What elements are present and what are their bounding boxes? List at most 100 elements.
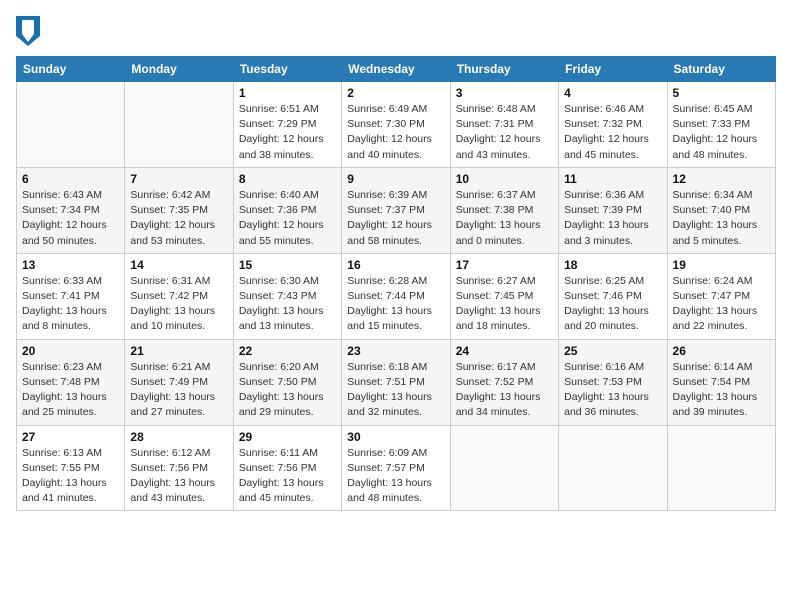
- calendar-day-cell: [17, 82, 125, 168]
- calendar-day-cell: 19 Sunrise: 6:24 AM Sunset: 7:47 PM Dayli…: [667, 253, 775, 339]
- day-info: Sunrise: 6:31 AM Sunset: 7:42 PM Dayligh…: [130, 274, 227, 335]
- day-number: 25: [564, 344, 661, 358]
- day-info: Sunrise: 6:18 AM Sunset: 7:51 PM Dayligh…: [347, 360, 444, 421]
- day-number: 22: [239, 344, 336, 358]
- day-info: Sunrise: 6:24 AM Sunset: 7:47 PM Dayligh…: [673, 274, 770, 335]
- day-number: 7: [130, 172, 227, 186]
- day-info: Sunrise: 6:23 AM Sunset: 7:48 PM Dayligh…: [22, 360, 119, 421]
- day-of-week-header: Tuesday: [233, 57, 341, 82]
- day-info: Sunrise: 6:12 AM Sunset: 7:56 PM Dayligh…: [130, 446, 227, 507]
- day-info: Sunrise: 6:42 AM Sunset: 7:35 PM Dayligh…: [130, 188, 227, 249]
- day-of-week-header: Sunday: [17, 57, 125, 82]
- calendar-week-row: 1 Sunrise: 6:51 AM Sunset: 7:29 PM Daylig…: [17, 82, 776, 168]
- day-info: Sunrise: 6:11 AM Sunset: 7:56 PM Dayligh…: [239, 446, 336, 507]
- day-number: 30: [347, 430, 444, 444]
- calendar-day-cell: 6Sunrise: 6:43 AM Sunset: 7:34 PM Daylig…: [17, 167, 125, 253]
- day-info: Sunrise: 6:33 AM Sunset: 7:41 PM Dayligh…: [22, 274, 119, 335]
- calendar-day-cell: 15 Sunrise: 6:30 AM Sunset: 7:43 PM Dayli…: [233, 253, 341, 339]
- calendar-day-cell: 18Sunrise: 6:25 AM Sunset: 7:46 PM Dayli…: [559, 253, 667, 339]
- day-number: 10: [456, 172, 553, 186]
- calendar-day-cell: 27 Sunrise: 6:13 AM Sunset: 7:55 PM Dayli…: [17, 425, 125, 511]
- day-info: Sunrise: 6:14 AM Sunset: 7:54 PM Dayligh…: [673, 360, 770, 421]
- calendar-day-cell: 8 Sunrise: 6:40 AM Sunset: 7:36 PM Daylig…: [233, 167, 341, 253]
- calendar-day-cell: [125, 82, 233, 168]
- day-of-week-header: Thursday: [450, 57, 558, 82]
- day-of-week-header: Friday: [559, 57, 667, 82]
- calendar-day-cell: 28 Sunrise: 6:12 AM Sunset: 7:56 PM Dayli…: [125, 425, 233, 511]
- day-number: 21: [130, 344, 227, 358]
- day-of-week-header: Monday: [125, 57, 233, 82]
- day-info: Sunrise: 6:27 AM Sunset: 7:45 PM Dayligh…: [456, 274, 553, 335]
- day-number: 16: [347, 258, 444, 272]
- calendar-week-row: 27 Sunrise: 6:13 AM Sunset: 7:55 PM Dayli…: [17, 425, 776, 511]
- logo-icon: [16, 16, 40, 46]
- day-number: 13: [22, 258, 119, 272]
- calendar-day-cell: 26 Sunrise: 6:14 AM Sunset: 7:54 PM Dayli…: [667, 339, 775, 425]
- calendar-day-cell: 12Sunrise: 6:34 AM Sunset: 7:40 PM Dayli…: [667, 167, 775, 253]
- day-number: 1: [239, 86, 336, 100]
- day-info: Sunrise: 6:48 AM Sunset: 7:31 PM Dayligh…: [456, 102, 553, 163]
- calendar-day-cell: 11 Sunrise: 6:36 AM Sunset: 7:39 PM Dayli…: [559, 167, 667, 253]
- calendar-day-cell: 25Sunrise: 6:16 AM Sunset: 7:53 PM Dayli…: [559, 339, 667, 425]
- day-info: Sunrise: 6:34 AM Sunset: 7:40 PM Dayligh…: [673, 188, 770, 249]
- day-number: 23: [347, 344, 444, 358]
- calendar-day-cell: 30 Sunrise: 6:09 AM Sunset: 7:57 PM Dayli…: [342, 425, 450, 511]
- day-number: 17: [456, 258, 553, 272]
- day-info: Sunrise: 6:36 AM Sunset: 7:39 PM Dayligh…: [564, 188, 661, 249]
- calendar-day-cell: 7 Sunrise: 6:42 AM Sunset: 7:35 PM Daylig…: [125, 167, 233, 253]
- calendar-day-cell: 17 Sunrise: 6:27 AM Sunset: 7:45 PM Dayli…: [450, 253, 558, 339]
- calendar-day-cell: 9 Sunrise: 6:39 AM Sunset: 7:37 PM Daylig…: [342, 167, 450, 253]
- day-number: 4: [564, 86, 661, 100]
- calendar-day-cell: 22Sunrise: 6:20 AM Sunset: 7:50 PM Dayli…: [233, 339, 341, 425]
- day-info: Sunrise: 6:13 AM Sunset: 7:55 PM Dayligh…: [22, 446, 119, 507]
- day-info: Sunrise: 6:46 AM Sunset: 7:32 PM Dayligh…: [564, 102, 661, 163]
- calendar-week-row: 6Sunrise: 6:43 AM Sunset: 7:34 PM Daylig…: [17, 167, 776, 253]
- day-number: 18: [564, 258, 661, 272]
- day-info: Sunrise: 6:17 AM Sunset: 7:52 PM Dayligh…: [456, 360, 553, 421]
- calendar-day-cell: 16 Sunrise: 6:28 AM Sunset: 7:44 PM Dayli…: [342, 253, 450, 339]
- calendar-header-row: SundayMondayTuesdayWednesdayThursdayFrid…: [17, 57, 776, 82]
- day-number: 26: [673, 344, 770, 358]
- day-number: 24: [456, 344, 553, 358]
- day-number: 19: [673, 258, 770, 272]
- day-info: Sunrise: 6:43 AM Sunset: 7:34 PM Dayligh…: [22, 188, 119, 249]
- day-of-week-header: Wednesday: [342, 57, 450, 82]
- day-info: Sunrise: 6:40 AM Sunset: 7:36 PM Dayligh…: [239, 188, 336, 249]
- day-info: Sunrise: 6:30 AM Sunset: 7:43 PM Dayligh…: [239, 274, 336, 335]
- day-number: 11: [564, 172, 661, 186]
- day-info: Sunrise: 6:49 AM Sunset: 7:30 PM Dayligh…: [347, 102, 444, 163]
- calendar-day-cell: 29 Sunrise: 6:11 AM Sunset: 7:56 PM Dayli…: [233, 425, 341, 511]
- day-number: 14: [130, 258, 227, 272]
- calendar-day-cell: 2Sunrise: 6:49 AM Sunset: 7:30 PM Daylig…: [342, 82, 450, 168]
- day-number: 8: [239, 172, 336, 186]
- day-of-week-header: Saturday: [667, 57, 775, 82]
- calendar-day-cell: 10 Sunrise: 6:37 AM Sunset: 7:38 PM Dayli…: [450, 167, 558, 253]
- calendar-day-cell: 5 Sunrise: 6:45 AM Sunset: 7:33 PM Daylig…: [667, 82, 775, 168]
- calendar-day-cell: 14 Sunrise: 6:31 AM Sunset: 7:42 PM Dayli…: [125, 253, 233, 339]
- calendar-day-cell: 3Sunrise: 6:48 AM Sunset: 7:31 PM Daylig…: [450, 82, 558, 168]
- day-info: Sunrise: 6:09 AM Sunset: 7:57 PM Dayligh…: [347, 446, 444, 507]
- day-info: Sunrise: 6:39 AM Sunset: 7:37 PM Dayligh…: [347, 188, 444, 249]
- day-number: 5: [673, 86, 770, 100]
- day-info: Sunrise: 6:51 AM Sunset: 7:29 PM Dayligh…: [239, 102, 336, 163]
- calendar-week-row: 20Sunrise: 6:23 AM Sunset: 7:48 PM Dayli…: [17, 339, 776, 425]
- day-info: Sunrise: 6:45 AM Sunset: 7:33 PM Dayligh…: [673, 102, 770, 163]
- calendar-table: SundayMondayTuesdayWednesdayThursdayFrid…: [16, 56, 776, 511]
- day-number: 9: [347, 172, 444, 186]
- calendar-day-cell: 24 Sunrise: 6:17 AM Sunset: 7:52 PM Dayli…: [450, 339, 558, 425]
- calendar-day-cell: 20Sunrise: 6:23 AM Sunset: 7:48 PM Dayli…: [17, 339, 125, 425]
- calendar-day-cell: [667, 425, 775, 511]
- day-number: 27: [22, 430, 119, 444]
- day-info: Sunrise: 6:37 AM Sunset: 7:38 PM Dayligh…: [456, 188, 553, 249]
- day-number: 15: [239, 258, 336, 272]
- day-info: Sunrise: 6:28 AM Sunset: 7:44 PM Dayligh…: [347, 274, 444, 335]
- calendar-day-cell: [559, 425, 667, 511]
- day-number: 29: [239, 430, 336, 444]
- calendar-day-cell: [450, 425, 558, 511]
- logo: [16, 16, 44, 46]
- calendar-day-cell: 21 Sunrise: 6:21 AM Sunset: 7:49 PM Dayli…: [125, 339, 233, 425]
- day-info: Sunrise: 6:21 AM Sunset: 7:49 PM Dayligh…: [130, 360, 227, 421]
- page-header: [16, 16, 776, 46]
- day-number: 28: [130, 430, 227, 444]
- calendar-day-cell: 4 Sunrise: 6:46 AM Sunset: 7:32 PM Daylig…: [559, 82, 667, 168]
